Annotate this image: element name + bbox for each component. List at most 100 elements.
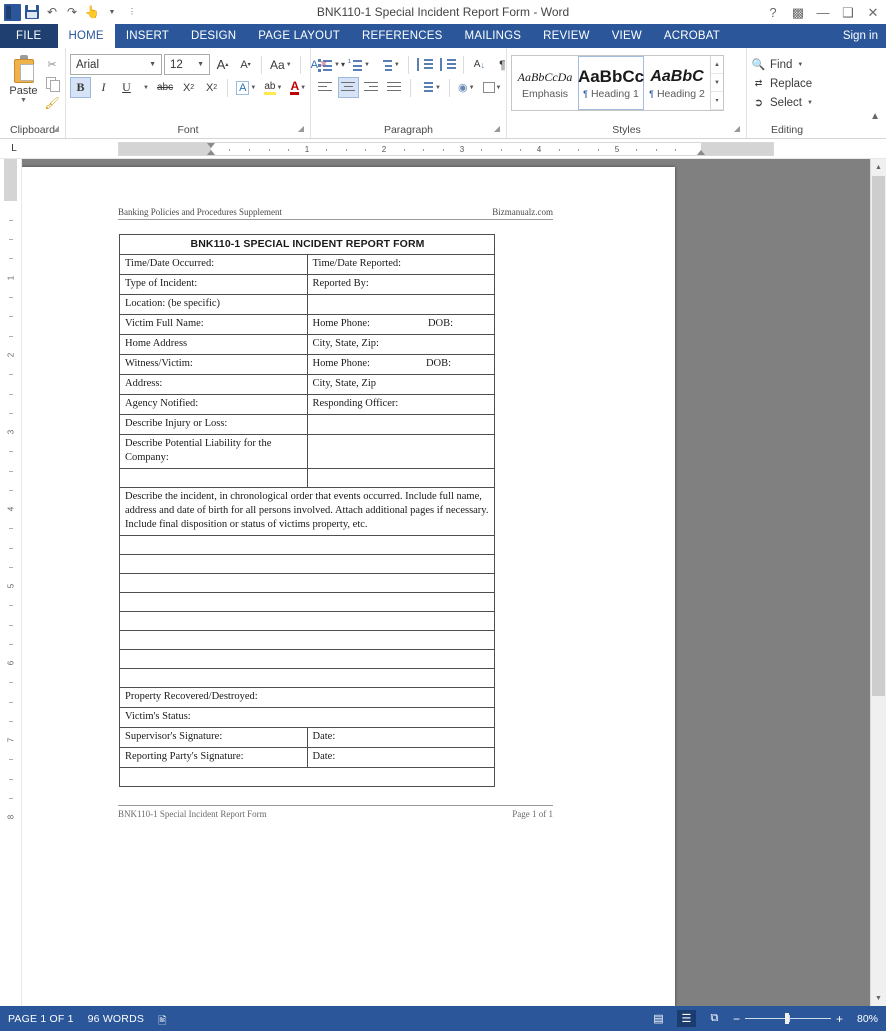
- cell-witness-phone-dob[interactable]: Home Phone: DOB:: [306, 354, 495, 375]
- style-heading-2[interactable]: AaBbC ¶ Heading 2: [644, 56, 710, 110]
- cell-blank-line[interactable]: [119, 535, 495, 555]
- cell-city-state-zip-2[interactable]: City, State, Zip: [306, 374, 495, 395]
- touch-mode-icon[interactable]: 👆: [83, 3, 101, 21]
- cell-location-blank[interactable]: [306, 294, 495, 315]
- redo-icon[interactable]: ↷: [63, 3, 81, 21]
- cell-empty-right[interactable]: [306, 468, 495, 488]
- styles-scroll-down-icon[interactable]: ▼: [711, 74, 723, 92]
- zoom-out-button[interactable]: −: [733, 1013, 740, 1025]
- status-page-indicator[interactable]: PAGE 1 OF 1: [8, 1013, 88, 1025]
- zoom-in-button[interactable]: +: [836, 1013, 843, 1025]
- styles-more-icon[interactable]: ▾: [711, 92, 723, 110]
- align-right-icon[interactable]: [361, 77, 382, 98]
- cell-time-date-occurred[interactable]: Time/Date Occurred:: [119, 254, 308, 275]
- increase-indent-icon[interactable]: [437, 54, 458, 75]
- cell-time-date-reported[interactable]: Time/Date Reported:: [306, 254, 495, 275]
- sign-in-link[interactable]: Sign in: [843, 24, 886, 48]
- shrink-font-icon[interactable]: A ▾: [235, 54, 256, 75]
- word-app-icon[interactable]: [4, 3, 21, 21]
- cell-supervisor-signature[interactable]: Supervisor's Signature:: [119, 727, 308, 748]
- style-heading-1[interactable]: AaBbCc ¶ Heading 1: [578, 56, 644, 110]
- text-highlight-icon[interactable]: ab ▼: [261, 77, 285, 98]
- cell-blank-line[interactable]: [119, 554, 495, 574]
- cell-blank-line[interactable]: [119, 668, 495, 688]
- change-case-icon[interactable]: Aa ▼: [267, 54, 295, 75]
- cell-responding-officer[interactable]: Responding Officer:: [306, 394, 495, 415]
- customize-qat-icon[interactable]: ▼: [103, 3, 121, 21]
- tab-mailings[interactable]: MAILINGS: [454, 24, 533, 48]
- incident-report-table[interactable]: BNK110-1 SPECIAL INCIDENT REPORT FORM Ti…: [119, 234, 495, 787]
- tab-insert[interactable]: INSERT: [115, 24, 180, 48]
- italic-button[interactable]: I: [93, 77, 114, 98]
- cell-reporting-party-date[interactable]: Date:: [306, 747, 495, 768]
- status-word-count[interactable]: 96 WORDS: [88, 1013, 158, 1025]
- cell-empty-left[interactable]: [119, 468, 308, 488]
- style-emphasis[interactable]: AaBbCcDa Emphasis: [512, 56, 578, 110]
- right-indent-marker[interactable]: [697, 150, 705, 155]
- scroll-down-icon[interactable]: ▼: [871, 990, 886, 1006]
- cell-blank-line[interactable]: [119, 592, 495, 612]
- read-mode-icon[interactable]: ▤: [649, 1010, 668, 1027]
- zoom-slider-knob[interactable]: [784, 1013, 789, 1024]
- multilevel-list-icon[interactable]: ▼: [375, 54, 403, 75]
- cell-type-of-incident[interactable]: Type of Incident:: [119, 274, 308, 295]
- tab-acrobat[interactable]: ACROBAT: [653, 24, 731, 48]
- find-button[interactable]: 🔍 Find ▼: [751, 55, 804, 74]
- cell-blank-line[interactable]: [119, 630, 495, 650]
- bullets-icon[interactable]: ▼: [315, 54, 343, 75]
- sort-icon[interactable]: A ↓: [469, 54, 490, 75]
- line-spacing-icon[interactable]: ▼: [416, 77, 444, 98]
- format-painter-icon[interactable]: 🖌: [43, 94, 61, 111]
- undo-icon[interactable]: ↶: [43, 3, 61, 21]
- cell-address[interactable]: Address:: [119, 374, 308, 395]
- font-size-combo[interactable]: 12 ▼: [164, 54, 210, 75]
- cell-reported-by[interactable]: Reported By:: [306, 274, 495, 295]
- decrease-indent-icon[interactable]: [414, 54, 435, 75]
- cell-describe-injury-blank[interactable]: [306, 414, 495, 435]
- superscript-button[interactable]: X2: [201, 77, 222, 98]
- shading-icon[interactable]: ◉ ▼: [455, 77, 478, 98]
- minimize-button[interactable]: —: [816, 6, 830, 19]
- cell-witness-victim[interactable]: Witness/Victim:: [119, 354, 308, 375]
- tab-home[interactable]: HOME: [57, 24, 115, 48]
- print-layout-icon[interactable]: ☰: [676, 1010, 696, 1027]
- font-color-icon[interactable]: A ▼: [287, 77, 309, 98]
- cell-home-address[interactable]: Home Address: [119, 334, 308, 355]
- strikethrough-button[interactable]: abc: [154, 77, 176, 98]
- paste-button[interactable]: Paste ▼: [4, 53, 43, 104]
- font-name-combo[interactable]: Arial ▼: [70, 54, 162, 75]
- clipboard-dialog-launcher[interactable]: ◢: [53, 121, 59, 136]
- cell-location[interactable]: Location: (be specific): [119, 294, 308, 315]
- cell-blank-line[interactable]: [119, 767, 495, 787]
- scrollbar-thumb[interactable]: [872, 176, 885, 696]
- justify-icon[interactable]: [384, 77, 405, 98]
- cell-victim-phone-dob[interactable]: Home Phone: DOB:: [306, 314, 495, 335]
- close-button[interactable]: ✕: [866, 6, 880, 19]
- cell-blank-line[interactable]: [119, 649, 495, 669]
- cell-supervisor-date[interactable]: Date:: [306, 727, 495, 748]
- cell-blank-line[interactable]: [119, 573, 495, 593]
- align-center-icon[interactable]: [338, 77, 359, 98]
- tab-review[interactable]: REVIEW: [532, 24, 601, 48]
- select-button[interactable]: ➲ Select ▼: [751, 93, 813, 112]
- qat-overflow-icon[interactable]: ⋮: [123, 3, 141, 21]
- styles-scroll-up-icon[interactable]: ▲: [711, 56, 723, 74]
- scroll-up-icon[interactable]: ▲: [871, 159, 886, 175]
- vertical-scrollbar[interactable]: ▲ ▼: [870, 159, 886, 1006]
- underline-button[interactable]: U: [116, 77, 137, 98]
- hanging-indent-marker[interactable]: [207, 150, 215, 155]
- text-effects-icon[interactable]: A ▼: [233, 77, 259, 98]
- borders-icon[interactable]: ▼: [480, 77, 505, 98]
- tab-design[interactable]: DESIGN: [180, 24, 247, 48]
- restore-button[interactable]: ❑: [841, 6, 855, 19]
- bold-button[interactable]: B: [70, 77, 91, 98]
- cell-describe-injury[interactable]: Describe Injury or Loss:: [119, 414, 308, 435]
- first-line-indent-marker[interactable]: [207, 143, 215, 148]
- underline-caret-icon[interactable]: ▼: [139, 77, 152, 98]
- cell-agency-notified[interactable]: Agency Notified:: [119, 394, 308, 415]
- vertical-ruler[interactable]: 1 2 3 4 5 6 7 8: [0, 159, 22, 1006]
- zoom-level-label[interactable]: 80%: [852, 1013, 878, 1025]
- font-dialog-launcher[interactable]: ◢: [298, 121, 304, 136]
- replace-button[interactable]: ⇄ Replace: [751, 74, 812, 93]
- paste-caret-icon[interactable]: ▼: [20, 97, 27, 104]
